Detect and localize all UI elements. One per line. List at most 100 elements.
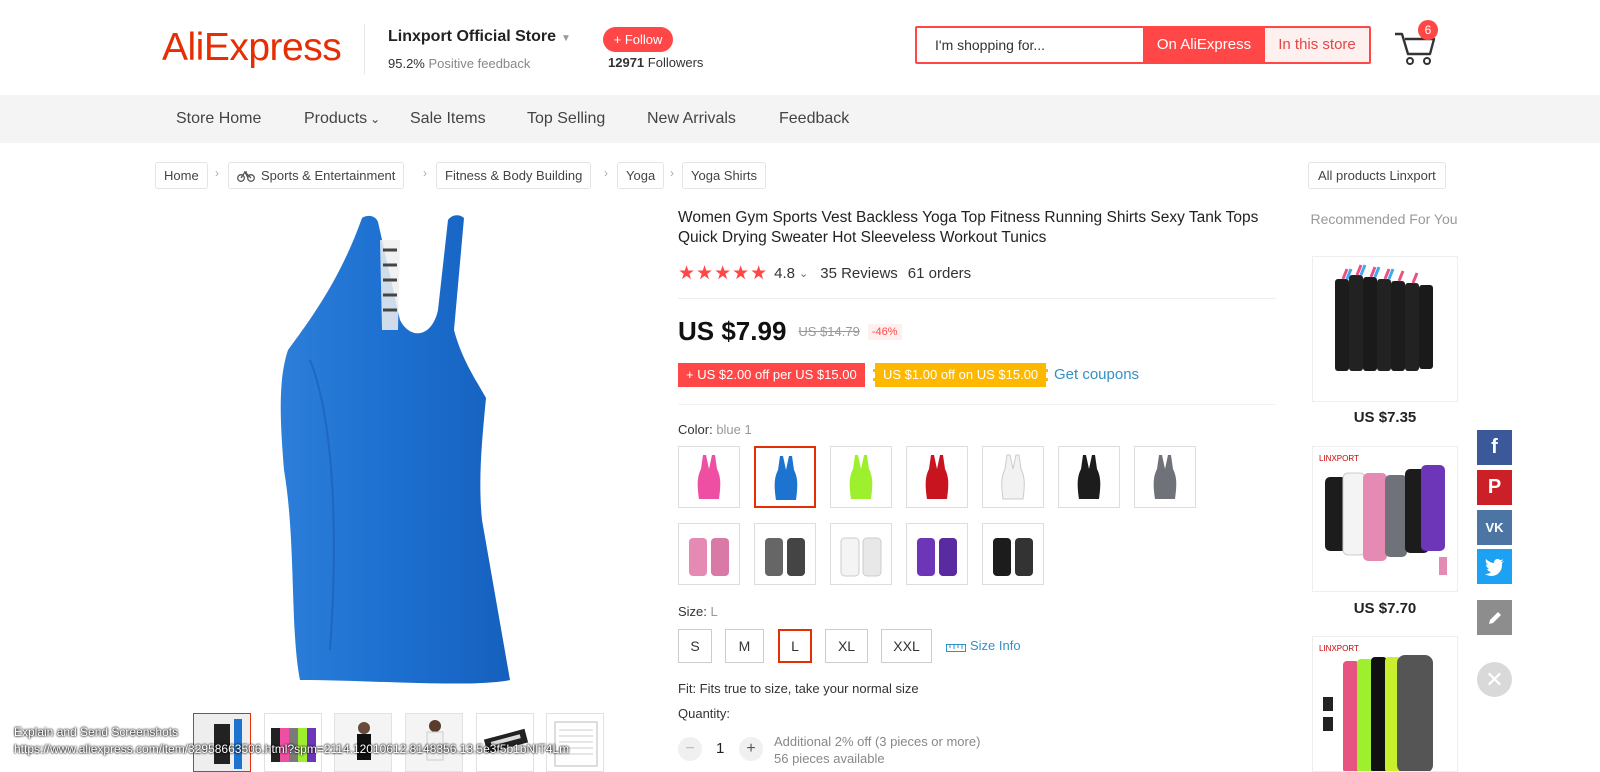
rating-value[interactable]: 4.8 — [774, 265, 795, 282]
color-swatch-red[interactable] — [906, 446, 968, 508]
tank-top-image — [925, 455, 949, 499]
color-swatch-pink-2pack[interactable] — [678, 523, 740, 585]
nav-new-arrivals[interactable]: New Arrivals — [647, 110, 736, 128]
size-option-xxl[interactable]: XXL — [881, 629, 932, 663]
nav-store-home[interactable]: Store Home — [176, 110, 261, 128]
color-swatch-pink[interactable] — [678, 446, 740, 508]
search-input[interactable] — [917, 28, 1143, 62]
follow-button[interactable]: + Follow — [603, 27, 673, 52]
size-option-l[interactable]: L — [778, 629, 812, 663]
product-main-image[interactable] — [250, 210, 570, 690]
followers-label: Followers — [647, 55, 704, 70]
breadcrumb-separator: › — [670, 166, 674, 180]
color-swatch-purple-2pack[interactable] — [906, 523, 968, 585]
get-coupons-link[interactable]: Get coupons — [1054, 366, 1139, 383]
screenshot-overlay-title: Explain and Send Screenshots — [14, 725, 179, 739]
tank-top-image — [1153, 455, 1177, 499]
color-swatch-gray[interactable] — [1134, 446, 1196, 508]
breadcrumb-sports-label[interactable]: Sports & Entertainment — [261, 168, 395, 183]
quantity-decrease-button[interactable]: − — [678, 737, 702, 761]
nav-feedback[interactable]: Feedback — [779, 110, 849, 128]
quantity-label: Quantity: — [678, 706, 731, 721]
header-divider — [364, 24, 365, 74]
size-option-m[interactable]: M — [725, 629, 764, 663]
tank-top-image — [993, 538, 1033, 576]
facebook-share-icon[interactable]: f — [1477, 430, 1512, 465]
tank-top-image — [697, 455, 721, 499]
followers-count: 12971 — [608, 55, 645, 70]
tank-top-image — [840, 537, 882, 577]
breadcrumb-home[interactable]: Home — [155, 162, 208, 189]
stock-availability: 56 pieces available — [774, 751, 885, 766]
nav-sale-items[interactable]: Sale Items — [410, 110, 486, 128]
breadcrumb-yoga[interactable]: Yoga — [617, 162, 665, 189]
caret-down-icon[interactable]: ▼ — [561, 33, 571, 44]
svg-text:LINXPORT: LINXPORT — [1319, 454, 1359, 463]
size-info-link[interactable]: Size Info — [946, 638, 1021, 653]
breadcrumb-sports[interactable]: Sports & Entertainment — [228, 162, 405, 189]
pinterest-share-icon[interactable]: P — [1477, 470, 1512, 505]
size-value: L — [710, 604, 718, 619]
search-in-store-button[interactable]: In this store — [1265, 28, 1369, 62]
recommended-product-card[interactable] — [1312, 256, 1458, 402]
size-info-label[interactable]: Size Info — [970, 638, 1021, 653]
store-feedback: 95.2% Positive feedback — [388, 56, 530, 71]
chevron-down-icon[interactable]: ⌄ — [799, 267, 808, 280]
color-swatch-gray-2pack[interactable] — [754, 523, 816, 585]
recommended-product-image — [1335, 264, 1433, 371]
product-title: Women Gym Sports Vest Backless Yoga Top … — [678, 209, 1259, 246]
screenshot-overlay-url: https://www.aliexpress.com/item/32958663… — [14, 742, 570, 756]
color-swatch-black[interactable] — [1058, 446, 1120, 508]
chevron-down-icon[interactable]: ⌄ — [370, 112, 380, 126]
nav-products-label[interactable]: Products — [304, 110, 367, 127]
size-option-xl[interactable]: XL — [825, 629, 868, 663]
orders-count: 61 orders — [907, 265, 972, 282]
reviews-link[interactable]: 35 Reviews — [820, 265, 898, 282]
all-products-button[interactable]: All products Linxport — [1308, 162, 1446, 189]
quantity-value[interactable]: 1 — [716, 740, 724, 757]
coupon-select-discount[interactable]: US $1.00 off on US $15.00 — [873, 363, 1049, 387]
nav-products[interactable]: Products ⌄ — [304, 110, 380, 128]
divider — [678, 404, 1276, 405]
aliexpress-logo[interactable]: AliExpress — [162, 26, 342, 70]
color-swatch-white-2pack[interactable] — [830, 523, 892, 585]
ruler-icon — [946, 643, 966, 652]
tank-top-image — [689, 538, 729, 576]
rating-row: ★★★★★ 4.8 ⌄ 35 Reviews 61 orders — [678, 262, 971, 285]
store-name-text[interactable]: Linxport Official Store — [388, 28, 556, 45]
bulk-discount-note: Additional 2% off (3 pieces or more) — [774, 734, 981, 749]
color-swatch-white[interactable] — [982, 446, 1044, 508]
store-name[interactable]: Linxport Official Store ▼ — [388, 28, 571, 46]
quantity-increase-button[interactable]: + — [739, 737, 763, 761]
close-share-icon[interactable]: ✕ — [1477, 662, 1512, 697]
breadcrumb-fitness[interactable]: Fitness & Body Building — [436, 162, 592, 189]
cart-count-badge: 6 — [1418, 20, 1438, 40]
twitter-share-icon[interactable] — [1477, 549, 1512, 584]
tank-top-image — [1077, 455, 1101, 499]
size-option-s[interactable]: S — [678, 629, 712, 663]
tank-top-image — [917, 538, 957, 576]
original-price: US $14.79 — [798, 324, 860, 339]
divider — [678, 298, 1276, 299]
recommended-product-card[interactable]: LINXPORT — [1312, 446, 1458, 592]
nav-top-selling[interactable]: Top Selling — [527, 110, 605, 128]
coupon-store-discount[interactable]: + US $2.00 off per US $15.00 — [678, 363, 865, 387]
twitter-bird-icon — [1484, 559, 1504, 576]
color-swatch-black-2pack[interactable] — [982, 523, 1044, 585]
search-on-aliexpress-button[interactable]: On AliExpress — [1143, 28, 1265, 62]
search-box: On AliExpress In this store — [915, 26, 1371, 64]
edit-pencil-icon[interactable] — [1477, 600, 1512, 635]
breadcrumb-yoga-shirts[interactable]: Yoga Shirts — [682, 162, 767, 189]
recommended-price: US $7.70 — [1353, 600, 1417, 617]
star-rating-icon: ★★★★★ — [678, 263, 769, 284]
store-header: AliExpress Linxport Official Store ▼ 95.2… — [0, 0, 1600, 95]
feedback-value: 95.2% — [388, 56, 425, 71]
vk-share-icon[interactable]: VK — [1477, 510, 1512, 545]
recommended-product-image: LINXPORT — [1319, 454, 1447, 575]
feedback-label: Positive feedback — [428, 56, 531, 71]
color-swatch-blue[interactable] — [754, 446, 816, 508]
color-swatch-green[interactable] — [830, 446, 892, 508]
recommended-product-card[interactable]: LINXPORT — [1312, 636, 1458, 772]
color-label: Color: — [678, 422, 713, 437]
breadcrumb-separator: › — [604, 166, 608, 180]
